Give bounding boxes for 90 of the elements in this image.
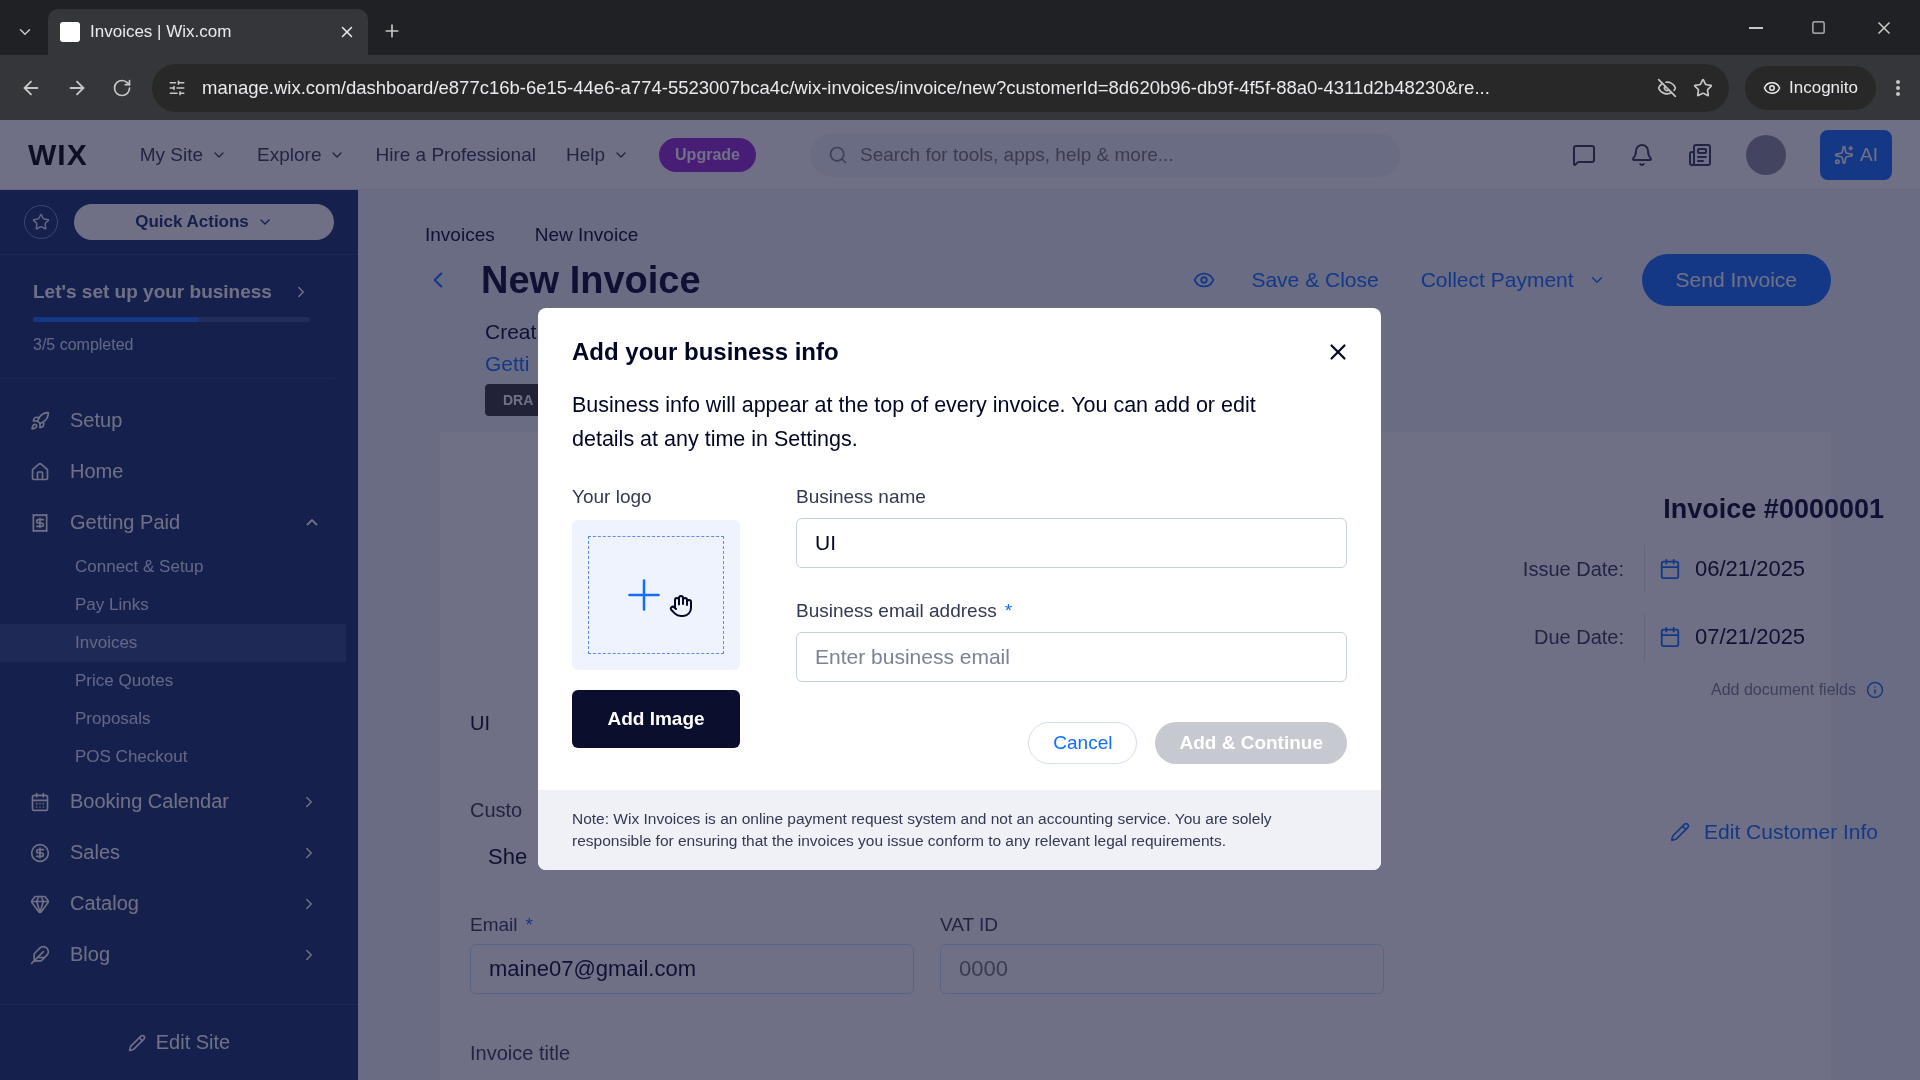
field-label: Business email address [796,600,997,622]
sidebar-item[interactable]: Blog [0,929,358,980]
news-icon[interactable] [1688,142,1713,167]
chevron-up-icon [306,519,318,526]
minimize-icon [1749,26,1763,29]
rocket-icon [30,410,50,431]
feather-icon [30,944,50,965]
dollar-circle-icon [30,842,50,863]
quick-actions-button[interactable]: Quick Actions [74,204,334,240]
cancel-button[interactable]: Cancel [1028,722,1138,764]
sidebar-item[interactable]: Catalog [0,878,358,929]
invoice-number: Invoice #0000001 [1663,494,1884,525]
top-menu-item[interactable]: Hire a Professional [375,143,536,166]
info-icon [1866,681,1884,699]
sidebar-item[interactable]: Getting Paid [0,497,358,548]
tab-title: Invoices | Wix.com [90,22,233,42]
text-field[interactable]: Enter business email [796,632,1347,682]
email-label: Email [470,914,518,936]
more-vertical-icon [1896,79,1900,96]
top-menu-item[interactable]: Help [566,143,630,166]
sidebar-subitem[interactable]: Connect & Setup [0,548,346,586]
notifications-icon[interactable] [1630,142,1655,167]
progress-text: 3/5 completed [33,336,135,354]
top-menu-item[interactable]: My Site [139,143,228,166]
url-text: manage.wix.com/dashboard/e877c16b-6e15-44e6-a774-5523007bca4c/wix-invoices/invoice/new?customerId=8d620b96-db9f-4f5f-88a0-4311d2b48230&re... [202,76,1491,99]
address-bar[interactable]: manage.wix.com/dashboard/e877c16b-6e15-44e6-a774-5523007bca4c/wix-invoices/invoice/new?customerId=8d620b96-db9f-4f5f-88a0-4311d2b48230&re... [152,63,1729,112]
calendar-icon [1659,626,1681,648]
calendar-icon [1659,558,1681,580]
page-subtitle: Creat [485,320,537,344]
incognito-badge[interactable]: Incognito [1745,65,1876,110]
star-icon [32,213,50,231]
sidebar-item[interactable]: Setup [0,395,358,446]
sidebar-subitem[interactable]: Proposals [0,700,346,738]
sidebar-item[interactable]: Booking Calendar [0,776,358,827]
hand-cursor-icon [669,594,693,618]
sidebar-subitem[interactable]: Price Quotes [0,662,346,700]
collect-payment-button[interactable]: Collect Payment [1414,267,1612,293]
invoice-title-label: Invoice title [470,1042,571,1065]
legal-note: Note: Wix Invoices is an online payment request system and not an accounting service. You are solely responsible for ensuring that the invoices you issue conform to any relevant legal requirements. [538,790,1381,870]
help-link[interactable]: Getti [485,352,530,376]
required-mark: * [1004,600,1013,622]
edit-customer-button[interactable]: Edit Customer Info [1664,819,1884,845]
house-icon [30,461,50,482]
browser-tab[interactable]: Invoices | Wix.com [48,9,368,55]
wix-logo[interactable]: WIX [28,137,88,172]
site-settings-icon[interactable] [168,78,186,97]
gem-icon [30,893,50,914]
date-field[interactable]: 07/21/2025 [1644,613,1884,661]
pencil-icon [127,1033,146,1052]
date-label: Due Date: [1533,625,1624,649]
logo-label: Your logo [572,486,652,508]
send-invoice-button[interactable]: Send Invoice [1641,254,1831,306]
dialog-title: Add your business info [572,338,839,366]
save-close-button[interactable]: Save & Close [1245,267,1385,293]
page-title: New Invoice [481,258,701,302]
pencil-icon [1670,822,1691,842]
date-field[interactable]: 06/21/2025 [1644,545,1884,593]
chat-icon[interactable] [1572,142,1597,167]
field-label: Business name [796,486,926,508]
required-mark: * [525,914,533,936]
sidebar-item[interactable]: Sales [0,827,358,878]
business-name-text: UI [470,712,490,735]
sidebar-subitem[interactable]: Invoices [0,624,346,662]
vat-label: VAT ID [940,914,999,936]
customer-label: Custo [470,799,523,822]
sparkles-icon [1834,144,1855,165]
setup-title-link[interactable]: Let's set up your business [33,281,310,303]
ai-button[interactable]: AI [1820,129,1892,180]
restore-icon [1811,20,1826,35]
bookmark-star-icon[interactable] [1693,77,1713,98]
search-icon [827,144,848,165]
favicon-icon [60,22,80,42]
email-field[interactable]: maine07@gmail.com [470,944,914,994]
logo-upload-button[interactable] [572,520,740,670]
sidebar-item[interactable]: Home [0,446,358,497]
reload-icon [112,77,132,98]
upgrade-button[interactable]: Upgrade [659,137,756,172]
sidebar-subitem[interactable]: POS Checkout [0,738,346,776]
calendar-icon [30,791,50,812]
eye-off-icon[interactable] [1657,77,1677,98]
add-image-tooltip: Add Image [572,690,740,748]
dialog-description: Business info will appear at the top of every invoice. You can add or edit details at any time in Settings. [572,392,1257,453]
date-label: Issue Date: [1522,557,1624,581]
receipt-icon [30,512,50,533]
customer-name: She [488,844,528,870]
text-field[interactable]: UI [796,518,1347,568]
top-menu-item[interactable]: Explore [257,143,346,166]
breadcrumb-link[interactable]: Invoices [425,224,495,246]
breadcrumb-link[interactable]: New Invoice [534,224,639,246]
sidebar-subitem[interactable]: Pay Links [0,586,346,624]
